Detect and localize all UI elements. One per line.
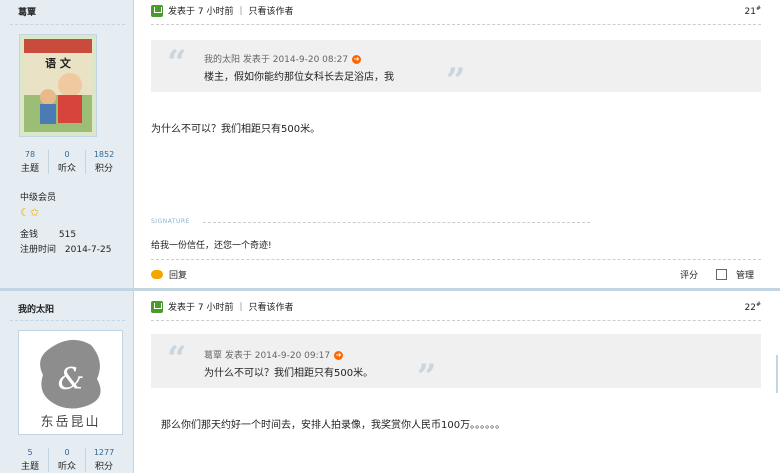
signature-label: SIGNATURE (151, 218, 190, 225)
only-author-link[interactable]: 只看该作者 (249, 4, 294, 17)
money-label: 金钱 (20, 230, 39, 240)
reply-button[interactable]: 回复 (151, 268, 187, 281)
post-time: 发表于 7 小时前 (168, 7, 234, 17)
quote-text: 为什么不可以？我们相距只有500米。 (204, 368, 374, 379)
stat-listeners-value: 0 (64, 448, 70, 457)
column-divider (133, 0, 134, 473)
post-status-icon (151, 4, 163, 17)
header-separator: | (239, 301, 243, 312)
floor-number-value: 22 (744, 302, 756, 313)
stat-topics-label: 主题 (20, 164, 39, 174)
only-author-link[interactable]: 只看该作者 (249, 300, 294, 313)
svg-text:&: & (58, 362, 85, 397)
quote-meta: 我的太阳 发表于 2014-9-20 08:27 ➜ (204, 52, 362, 65)
stat-topics-value: 5 (27, 448, 33, 457)
avatar[interactable]: 语 文 (19, 34, 97, 137)
signature-text: 给我一份信任，还您一个奇迹! (151, 241, 272, 251)
rate-button[interactable]: 评分 (680, 268, 698, 281)
manage-label: 管理 (736, 271, 755, 281)
rank-icons: ☾✩ (20, 206, 39, 219)
star-icon: ✩ (29, 206, 40, 219)
post-body: 为什么不可以？我们相距只有500米。 (151, 124, 321, 135)
quote-close-icon: ” (417, 357, 437, 397)
footer-divider (151, 259, 761, 260)
quote-open-icon: “ (167, 339, 187, 379)
post-time: 发表于 7 小时前 (168, 303, 234, 313)
stat-topics[interactable]: 5 主题 (12, 448, 49, 472)
floor-number[interactable]: 21# (745, 5, 761, 17)
quote-meta-text: 我的太阳 发表于 2014-9-20 08:27 (204, 55, 349, 65)
author-name-divider (10, 24, 125, 25)
quote-block: “ 我的太阳 发表于 2014-9-20 08:27 ➜ 楼主，假如你能约那位女科… (151, 40, 761, 98)
post-header: 发表于 7 小时前 | 只看该作者 22# (151, 300, 761, 313)
manage-checkbox[interactable] (716, 269, 727, 280)
stat-points-value: 1277 (93, 448, 115, 457)
author-name[interactable]: 我的太阳 (18, 302, 54, 315)
jump-arrow-icon[interactable]: ➜ (352, 55, 362, 64)
header-separator: | (239, 5, 243, 16)
stat-points-value: 1852 (93, 150, 115, 159)
signature-divider (203, 222, 590, 223)
post-header: 发表于 7 小时前 | 只看该作者 21# (151, 4, 761, 17)
quote-meta: 葛覃 发表于 2014-9-20 09:17 ➜ (204, 348, 344, 361)
post-body: 那么你们那天约好一个时间去，安排人拍录像，我奖赏你人民币100万。。。。。。 (161, 420, 506, 431)
quote-open-icon: “ (167, 43, 187, 83)
author-stats: 78 主题 0 听众 1852 积分 (12, 150, 122, 174)
register-value: 2014-7-25 (64, 245, 112, 255)
header-divider (151, 320, 761, 321)
jump-arrow-icon[interactable]: ➜ (334, 351, 344, 360)
money-value: 515 (58, 230, 77, 240)
floor-sup: # (755, 4, 761, 12)
stat-listeners-label: 听众 (57, 164, 76, 174)
user-rank[interactable]: 中级会员 (20, 190, 56, 203)
stat-points[interactable]: 1852 积分 (86, 150, 122, 174)
quote-text: 楼主，假如你能约那位女科长去足浴店，我 (204, 72, 394, 83)
floor-number-value: 21 (744, 6, 756, 17)
avatar[interactable]: & 东岳昆山 (18, 330, 123, 435)
author-name-divider (10, 320, 125, 321)
avatar-image (24, 39, 92, 132)
post-separator (0, 288, 780, 291)
stat-listeners-value: 0 (64, 150, 70, 159)
register-label: 注册时间 (20, 245, 57, 255)
quote-meta-text: 葛覃 发表于 2014-9-20 09:17 (204, 351, 331, 361)
floor-sup: # (755, 300, 761, 308)
quote-block: “ 葛覃 发表于 2014-9-20 09:17 ➜ 为什么不可以？我们相距只有5… (151, 334, 761, 394)
author-stats: 5 主题 0 听众 1277 积分 (12, 448, 122, 472)
manage-control[interactable]: 管理 (716, 268, 754, 281)
scrollbar-thumb[interactable] (776, 355, 778, 393)
moon-icon: ☾ (20, 206, 30, 219)
stat-topics[interactable]: 78 主题 (12, 150, 49, 174)
stat-listeners[interactable]: 0 听众 (49, 150, 86, 174)
stat-listeners-label: 听众 (57, 462, 76, 472)
stat-points-label: 积分 (94, 462, 113, 472)
stat-listeners[interactable]: 0 听众 (49, 448, 86, 472)
stat-topics-value: 78 (24, 150, 36, 159)
post-status-icon (151, 300, 163, 313)
floor-number[interactable]: 22# (745, 301, 761, 313)
stat-points-label: 积分 (94, 164, 113, 174)
quote-close-icon: ” (446, 61, 466, 101)
header-divider (151, 24, 761, 25)
stat-topics-label: 主题 (20, 462, 39, 472)
register-row: 注册时间 2014-7-25 (20, 242, 111, 255)
money-row: 金钱 515 (20, 227, 76, 240)
stat-points[interactable]: 1277 积分 (86, 448, 122, 472)
avatar-caption: 东岳昆山 (40, 415, 101, 430)
author-name[interactable]: 葛覃 (18, 5, 36, 18)
reply-label: 回复 (169, 271, 188, 281)
avatar-title: 语 文 (45, 57, 71, 70)
reply-icon (151, 270, 163, 279)
